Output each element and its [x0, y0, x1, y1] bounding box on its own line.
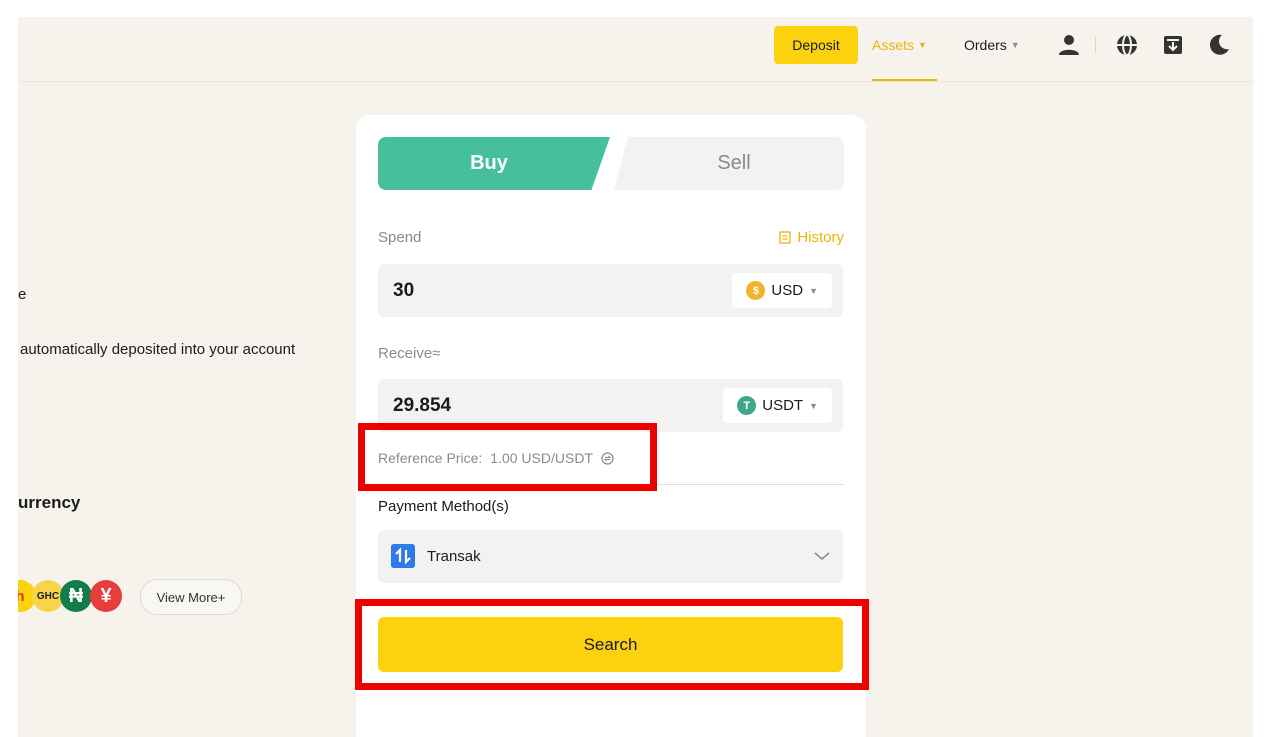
- document-icon: [779, 231, 791, 244]
- receive-currency-select[interactable]: T USDT ▼: [723, 388, 832, 423]
- deposit-note: automatically deposited into your accoun…: [20, 341, 296, 358]
- spend-amount[interactable]: 30: [393, 264, 414, 317]
- globe-icon[interactable]: [1115, 33, 1139, 57]
- tab-sell[interactable]: Sell: [614, 137, 844, 190]
- nav-divider: [1095, 37, 1096, 53]
- tab-buy[interactable]: Buy: [378, 137, 610, 190]
- deposit-button[interactable]: Deposit: [774, 26, 858, 64]
- usdt-coin-icon: T: [737, 396, 757, 415]
- section-divider: [656, 484, 844, 485]
- spend-field[interactable]: 30 $ USD ▼: [378, 264, 843, 317]
- nav-assets-label: Assets: [872, 37, 915, 53]
- highlight-box-search: [355, 599, 869, 690]
- chevron-down-icon[interactable]: [813, 547, 831, 565]
- nav-orders-menu[interactable]: Orders ▼: [964, 27, 1020, 63]
- left-text-fragment: e: [18, 286, 27, 303]
- payment-method-select[interactable]: Transak: [378, 530, 843, 583]
- highlight-box-reference-price: [358, 423, 657, 491]
- caret-down-icon: ▼: [809, 285, 818, 296]
- payment-method-value: Transak: [427, 548, 481, 565]
- caret-down-icon: ▼: [809, 400, 818, 411]
- nav-orders-label: Orders: [964, 37, 1007, 53]
- usd-coin-icon: $: [746, 281, 766, 300]
- top-nav-bar: Deposit Assets ▼ Orders ▼: [18, 17, 1253, 82]
- transak-logo-icon: [391, 544, 415, 568]
- receive-currency-label: USDT: [762, 397, 804, 414]
- nav-assets-menu[interactable]: Assets ▼: [872, 27, 927, 63]
- currency-heading: urrency: [18, 493, 81, 512]
- view-more-button[interactable]: View More+: [140, 579, 242, 615]
- nav-active-underline: [872, 79, 937, 81]
- user-icon[interactable]: [1057, 33, 1081, 57]
- caret-down-icon: ▼: [918, 40, 927, 50]
- moon-icon[interactable]: [1207, 33, 1231, 57]
- coin-icon: ₦: [60, 580, 92, 612]
- download-icon[interactable]: [1161, 33, 1185, 57]
- coin-icon: ¥: [90, 580, 122, 612]
- spend-currency-select[interactable]: $ USD ▼: [732, 273, 832, 308]
- receive-label: Receive≈: [378, 345, 441, 362]
- caret-down-icon: ▼: [1010, 40, 1020, 50]
- spend-label: Spend: [378, 229, 422, 246]
- history-label: History: [797, 229, 844, 246]
- history-link[interactable]: History: [779, 229, 844, 246]
- payment-method-label: Payment Method(s): [378, 498, 509, 515]
- spend-currency-label: USD: [771, 282, 804, 299]
